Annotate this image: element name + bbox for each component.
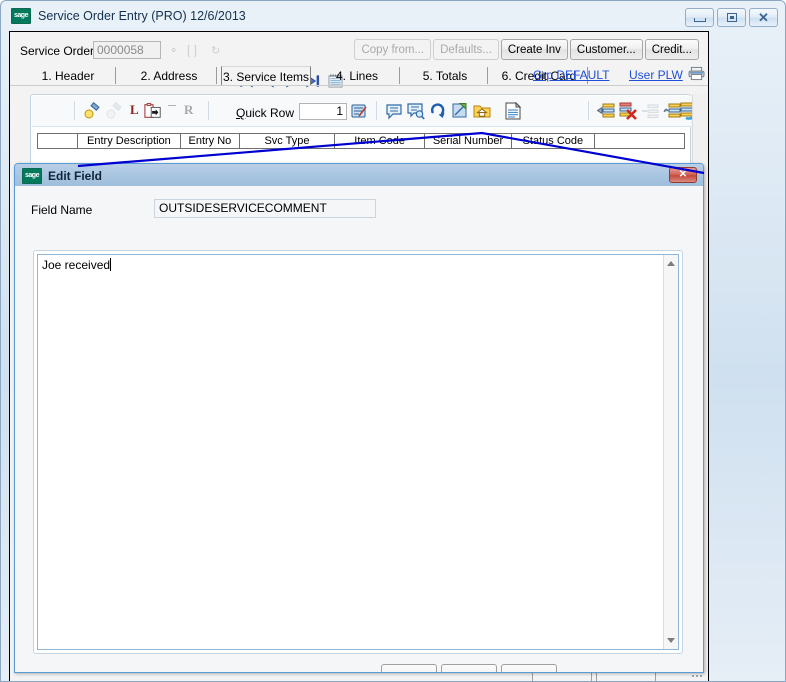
tab-totals[interactable]: 5. Totals (402, 66, 488, 86)
minimize-button[interactable] (685, 8, 714, 27)
tab-underline (10, 85, 708, 86)
customer-button[interactable]: Customer... (569, 39, 643, 60)
defaults-button[interactable]: Defaults... (433, 39, 499, 60)
scroll-down-arrow[interactable] (664, 633, 678, 648)
printer-icon[interactable] (688, 66, 705, 81)
close-icon: ✕ (758, 10, 769, 25)
screen-root: sage Service Order Entry (PRO) 12/6/2013… (0, 0, 786, 682)
dialog-body: Field Name OUTSIDESERVICECOMMENT Joe rec… (15, 186, 703, 672)
tab-lines[interactable]: 4. Lines (314, 66, 400, 86)
tab-lines-label: 4. Lines (335, 69, 379, 83)
refresh-icon[interactable] (429, 102, 447, 120)
grid-toolbar: L R QQuick Rowuick Row 1 (32, 96, 697, 127)
grid-col-item-code: Item Code (335, 134, 426, 148)
paste-icon[interactable] (144, 102, 162, 120)
comment-icon[interactable] (385, 102, 403, 120)
home-folder-icon[interactable] (473, 102, 491, 120)
tab-service-items-label: 3. Service Items (222, 69, 310, 84)
memo-textarea[interactable]: Joe received (37, 254, 679, 650)
dialog-button-2[interactable] (441, 664, 497, 672)
memo-vertical-scrollbar[interactable] (663, 255, 678, 649)
grid-col-entry-description: Entry Description (78, 134, 181, 148)
quick-row-lookup-icon[interactable] (350, 102, 368, 120)
dialog-title-group: sage Edit Field (22, 168, 102, 184)
dialog-button-1[interactable] (381, 664, 437, 672)
tab-header[interactable]: 1. Header (20, 66, 116, 86)
user-link[interactable]: User PLW (629, 68, 683, 82)
minimize-icon (693, 18, 706, 22)
row-insert-icon[interactable] (597, 102, 615, 120)
row-delete-icon[interactable] (619, 102, 637, 120)
order-dim-icon-group: ⚬ [ ] ↻ (167, 43, 223, 59)
bracket-dim-icon: [ ] (187, 43, 198, 57)
window-title: Service Order Entry (PRO) 12/6/2013 (38, 9, 246, 23)
copy-from-button[interactable]: Copy from... (354, 39, 432, 60)
memo-text-content: Joe received (42, 258, 112, 272)
dialog-titlebar[interactable]: sage Edit Field ✕ (15, 164, 703, 187)
group-link[interactable]: Grp DEFAULT (533, 68, 609, 82)
order-action-buttons: Copy from... Defaults... Create Inv Cust… (354, 39, 699, 60)
service-order-input[interactable]: 0000058 (93, 41, 161, 59)
tab-header-label: 1. Header (41, 69, 95, 83)
grid-col-status-code: Status Code (512, 134, 595, 148)
order-command-row: Service Order 0000058 ⚬ [ ] ↻ Copy from.… (10, 32, 708, 88)
sage-logo-icon: sage (11, 8, 31, 24)
memo-editor-container: Joe received (33, 250, 683, 654)
flashlight-dim-icon (106, 102, 122, 119)
window-controls: ✕ (685, 8, 778, 27)
field-name-value: OUTSIDESERVICECOMMENT (154, 199, 376, 218)
service-order-label: Service Order (20, 44, 95, 58)
tab-totals-label: 5. Totals (422, 69, 468, 83)
credit-button[interactable]: Credit... (644, 39, 699, 60)
right-justify-icon: R (184, 102, 194, 117)
tab-service-items[interactable]: 3. Service Items (221, 66, 311, 86)
refresh-dim-icon: ↻ (211, 45, 221, 57)
dialog-button-3[interactable] (501, 664, 557, 672)
export-icon[interactable] (451, 102, 469, 120)
memo-text-value: Joe received (42, 258, 111, 272)
edit-field-dialog: sage Edit Field ✕ Field Name OUTSIDESERV… (14, 163, 704, 673)
tab-address[interactable]: 2. Address (121, 66, 217, 86)
quick-row-input[interactable]: 1 (299, 103, 347, 120)
lookup-dim-icon: ⚬ (169, 45, 179, 57)
row-move-icon[interactable] (663, 102, 681, 120)
dash-icon (168, 105, 176, 106)
create-inv-button[interactable]: Create Inv (500, 39, 568, 60)
scroll-up-arrow[interactable] (664, 256, 678, 271)
service-items-grid-header: Entry Description Entry No Svc Type Item… (37, 133, 685, 149)
row-indent-icon (642, 104, 659, 118)
text-caret (110, 258, 112, 271)
dialog-title: Edit Field (48, 169, 102, 183)
window-titlebar[interactable]: sage Service Order Entry (PRO) 12/6/2013… (2, 2, 785, 30)
left-justify-icon[interactable]: L (130, 102, 139, 118)
grid-col-svc-type: Svc Type (240, 134, 336, 148)
quick-row-label: QQuick Rowuick Row (236, 106, 295, 120)
grid-col-serial-number: Serial Number (425, 134, 512, 148)
dialog-sage-logo-icon: sage (22, 168, 42, 184)
dialog-close-icon: ✕ (678, 169, 688, 180)
tab-address-label: 2. Address (140, 69, 198, 83)
dialog-action-buttons (381, 664, 557, 672)
grid-col-row (38, 134, 78, 148)
window-title-group: sage Service Order Entry (PRO) 12/6/2013 (11, 8, 246, 24)
comment-search-icon[interactable] (407, 102, 425, 120)
field-name-label: Field Name (31, 203, 93, 217)
grid-col-extra (595, 134, 684, 148)
close-button[interactable]: ✕ (749, 8, 778, 27)
dialog-close-button[interactable]: ✕ (669, 167, 697, 183)
grid-col-entry-no: Entry No (181, 134, 240, 148)
flashlight-icon[interactable] (83, 102, 101, 120)
restore-icon (726, 13, 737, 22)
memo-edit-icon[interactable] (504, 102, 522, 120)
restore-button[interactable] (717, 8, 746, 27)
